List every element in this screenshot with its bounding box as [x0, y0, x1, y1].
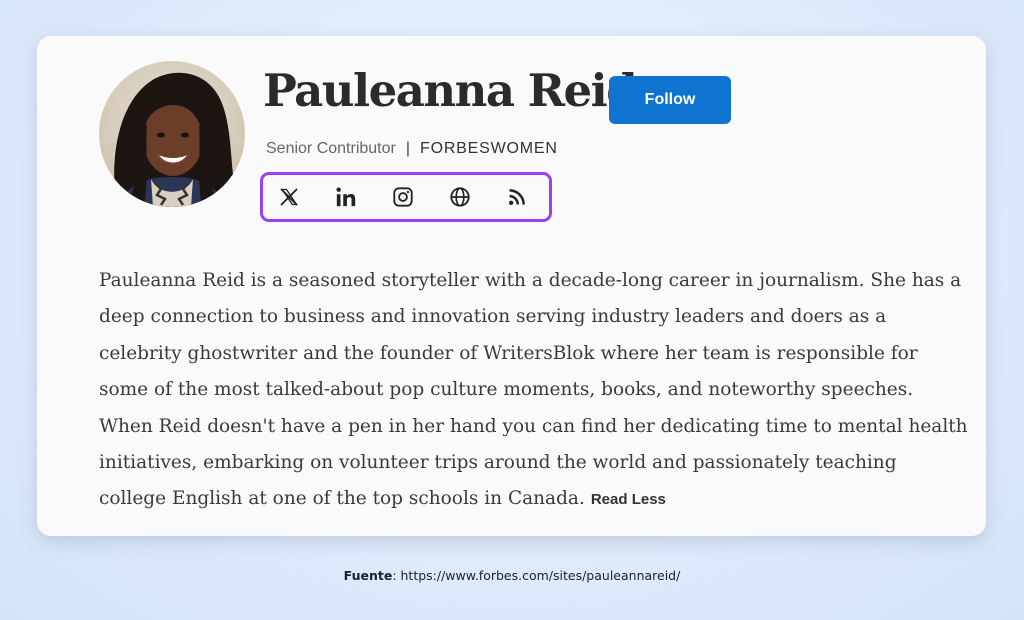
author-avatar[interactable]: [99, 61, 245, 207]
follow-button[interactable]: Follow: [609, 76, 731, 124]
x-icon[interactable]: [277, 185, 301, 209]
source-label: Fuente: [343, 568, 393, 583]
role-label: Senior Contributor: [266, 140, 396, 157]
social-links: [260, 172, 552, 222]
globe-icon[interactable]: [448, 185, 472, 209]
source-caption: Fuente: https://www.forbes.com/sites/pau…: [0, 568, 1024, 583]
rss-icon[interactable]: [505, 185, 529, 209]
instagram-icon[interactable]: [391, 185, 415, 209]
author-card: Pauleanna Reid Follow Senior Contributor…: [37, 36, 986, 536]
source-url: : https://www.forbes.com/sites/pauleanna…: [392, 568, 681, 583]
bio-text: Pauleanna Reid is a seasoned storyteller…: [99, 270, 968, 510]
author-name: Pauleanna Reid: [263, 64, 638, 117]
linkedin-icon[interactable]: [334, 185, 358, 209]
author-meta: Senior Contributor | FORBESWOMEN: [266, 140, 558, 158]
publication-link[interactable]: FORBESWOMEN: [420, 140, 558, 158]
read-less-link[interactable]: Read Less: [591, 491, 666, 508]
portrait-image: [99, 61, 245, 207]
author-bio: Pauleanna Reid is a seasoned storyteller…: [99, 263, 969, 519]
meta-separator: |: [405, 140, 410, 157]
